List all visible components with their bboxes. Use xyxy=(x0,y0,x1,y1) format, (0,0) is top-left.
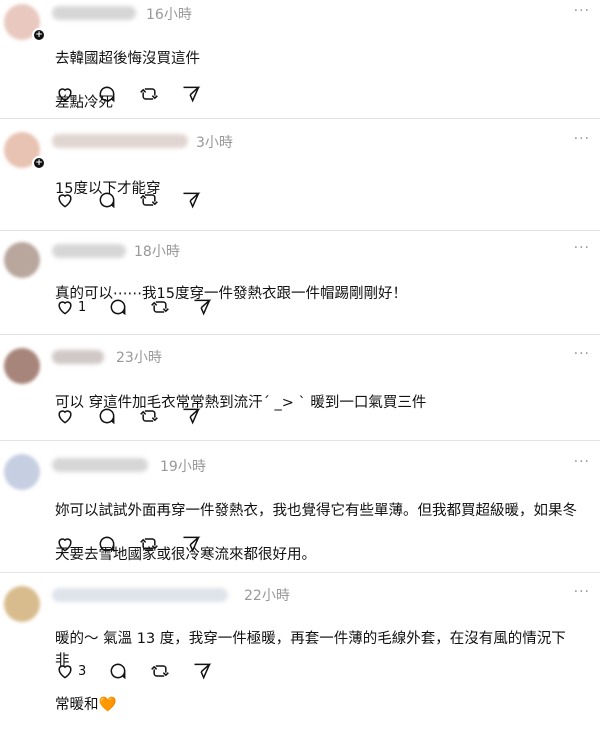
send-icon xyxy=(194,663,212,680)
avatar[interactable] xyxy=(4,586,40,622)
timestamp: 18小時 xyxy=(134,244,180,260)
send-icon xyxy=(183,408,201,425)
repost-button[interactable] xyxy=(139,534,159,554)
send-icon xyxy=(194,299,212,316)
comment-icon xyxy=(110,299,126,316)
repost-icon xyxy=(151,301,170,313)
more-options-icon[interactable]: ··· xyxy=(574,454,590,470)
repost-button[interactable] xyxy=(150,297,170,317)
comment-item: 23小時 ··· 可以 穿這件加毛衣常常熱到流汗´ _> ` 暖到一口氣買三件 xyxy=(0,334,600,441)
username[interactable] xyxy=(52,350,104,364)
username[interactable] xyxy=(52,458,148,472)
action-bar: 1 xyxy=(55,297,234,317)
timestamp: 19小時 xyxy=(160,459,206,475)
reply-button[interactable] xyxy=(108,661,128,681)
avatar[interactable] xyxy=(4,348,40,384)
comment-icon xyxy=(99,408,115,425)
repost-icon xyxy=(140,88,158,100)
more-options-icon[interactable]: ··· xyxy=(574,131,590,147)
comment-item: 22小時 ··· 暖的～ 氣溫 13 度，我穿一件極暖，再套一件薄的毛線外套，在… xyxy=(0,572,600,713)
repost-icon xyxy=(140,538,158,550)
follow-plus-icon[interactable]: + xyxy=(32,156,46,170)
heart-icon xyxy=(58,194,72,208)
share-button[interactable] xyxy=(181,406,201,426)
timestamp: 23小時 xyxy=(116,350,162,366)
repost-icon xyxy=(140,194,158,206)
comment-item: 19小時 ··· 妳可以試試外面再穿一件發熱衣，我也覺得它有些單薄。但我都買超級… xyxy=(0,440,600,573)
heart-icon xyxy=(58,88,72,102)
repost-icon xyxy=(151,665,170,677)
timestamp: 16小時 xyxy=(146,7,192,23)
repost-button[interactable] xyxy=(150,661,170,681)
username[interactable] xyxy=(52,134,188,148)
repost-icon xyxy=(140,410,158,422)
action-bar: 3 xyxy=(55,661,234,681)
action-bar xyxy=(55,84,223,104)
avatar[interactable] xyxy=(4,242,40,278)
like-button[interactable]: 1 xyxy=(55,297,86,317)
reply-button[interactable] xyxy=(97,190,117,210)
comment-item: 18小時 ··· 真的可以⋯⋯我15度穿一件發熱衣跟一件帽踢剛剛好！ 1 xyxy=(0,230,600,335)
send-icon xyxy=(183,192,201,209)
reply-button[interactable] xyxy=(97,84,117,104)
comment-icon xyxy=(110,663,126,680)
heart-icon xyxy=(58,538,72,552)
reply-button[interactable] xyxy=(97,406,117,426)
comment-icon xyxy=(99,86,115,103)
comment-item: + 3小時 ··· 15度以下才能穿 xyxy=(0,118,600,231)
repost-button[interactable] xyxy=(139,190,159,210)
share-button[interactable] xyxy=(181,190,201,210)
like-button[interactable] xyxy=(55,534,75,554)
heart-icon xyxy=(58,665,72,679)
repost-button[interactable] xyxy=(139,406,159,426)
action-bar xyxy=(55,534,223,554)
timestamp: 22小時 xyxy=(244,588,290,604)
timestamp: 3小時 xyxy=(196,135,233,151)
heart-icon xyxy=(58,301,72,315)
like-count: 3 xyxy=(78,663,87,679)
like-button[interactable]: 3 xyxy=(55,661,86,681)
comment-icon xyxy=(99,536,115,553)
comment-line: 常暖和🧡 xyxy=(55,697,117,713)
username[interactable] xyxy=(52,244,126,258)
comment-line: 妳可以試試外面再穿一件發熱衣，我也覺得它有些單薄。但我都買超級暖，如果冬 xyxy=(55,503,577,519)
like-count: 1 xyxy=(78,299,87,315)
reply-button[interactable] xyxy=(108,297,128,317)
share-button[interactable] xyxy=(192,661,212,681)
action-bar xyxy=(55,190,223,210)
share-button[interactable] xyxy=(181,534,201,554)
share-button[interactable] xyxy=(181,84,201,104)
comment-line: 去韓國超後悔沒買這件 xyxy=(55,51,200,67)
action-bar xyxy=(55,406,223,426)
comment-item: + 16小時 ··· 去韓國超後悔沒買這件 差點冷死 xyxy=(0,0,600,119)
username[interactable] xyxy=(52,6,136,20)
send-icon xyxy=(183,536,201,553)
like-button[interactable] xyxy=(55,406,75,426)
comment-text: 15度以下才能穿 xyxy=(55,156,578,222)
send-icon xyxy=(183,86,201,103)
follow-plus-icon[interactable]: + xyxy=(32,28,46,42)
more-options-icon[interactable]: ··· xyxy=(574,584,590,600)
username[interactable] xyxy=(52,588,228,602)
comment-text: 可以 穿這件加毛衣常常熱到流汗´ _> ` 暖到一口氣買三件 xyxy=(55,370,578,436)
more-options-icon[interactable]: ··· xyxy=(574,240,590,256)
like-button[interactable] xyxy=(55,190,75,210)
more-options-icon[interactable]: ··· xyxy=(574,346,590,362)
more-options-icon[interactable]: ··· xyxy=(574,3,590,19)
heart-icon xyxy=(58,410,72,424)
comment-text: 真的可以⋯⋯我15度穿一件發熱衣跟一件帽踢剛剛好！ xyxy=(55,261,578,327)
comment-icon xyxy=(99,192,115,209)
avatar[interactable] xyxy=(4,454,40,490)
repost-button[interactable] xyxy=(139,84,159,104)
share-button[interactable] xyxy=(192,297,212,317)
like-button[interactable] xyxy=(55,84,75,104)
reply-button[interactable] xyxy=(97,534,117,554)
